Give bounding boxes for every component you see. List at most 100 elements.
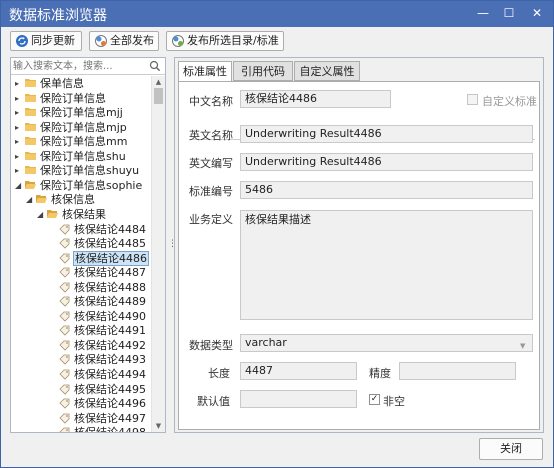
tree-node-label: 核保结论4494 [74, 368, 146, 381]
tree-node-label: 核保结论4485 [74, 237, 146, 251]
tree-standard-node[interactable]: 核保结论4485 [48, 236, 151, 251]
publish-selected-label: 发布所选目录/标准 [187, 34, 279, 47]
refresh-icon [16, 35, 28, 47]
tree-standard-node[interactable]: 核保结论4486 [48, 250, 151, 266]
collapsed-arrow-icon[interactable]: ▸ [15, 91, 23, 106]
maximize-button[interactable]: ☐ [498, 3, 520, 23]
close-button[interactable]: 关闭 [479, 438, 543, 460]
en-abbr-label: 英文编写 [189, 157, 233, 170]
tree-node-label: 核保结论4496 [74, 397, 146, 411]
tag-icon [59, 325, 70, 336]
tree-node-label: 核保结论4491 [74, 324, 146, 338]
tree-standard-node[interactable]: 核保结论4488 [48, 280, 151, 295]
data-type-label: 数据类型 [189, 339, 233, 352]
tag-icon [59, 398, 70, 409]
en-name-field[interactable]: Underwriting Result4486 [240, 125, 533, 143]
length-label: 长度 [208, 367, 230, 380]
tree-standard-node[interactable]: 核保结论4487 [48, 265, 151, 280]
tag-icon [59, 340, 70, 351]
tree-node-label: 核保信息 [51, 193, 95, 207]
tree-node-label: 保单信息 [40, 77, 84, 90]
tree-folder-node[interactable]: ▸ 保险订单信息mm [15, 134, 151, 149]
tree-standard-node[interactable]: 核保结论4498 [48, 425, 151, 432]
pane-splitter[interactable]: ⋮ [168, 239, 177, 251]
tag-icon [59, 238, 70, 249]
tree-node-label: 核保结论4493 [74, 353, 146, 367]
tree-node-label: 保险订单信息sophie [40, 178, 143, 192]
minimize-button[interactable]: — [472, 3, 494, 23]
tree-folder-node[interactable]: ▸ 保险订单信息mjj [15, 105, 151, 120]
tab-custom-attributes[interactable]: 自定义属性 [294, 61, 360, 81]
tree-scrollbar[interactable]: ▲ ▼ [151, 76, 165, 432]
tree-node-label: 核保结论4487 [74, 266, 146, 280]
tree-folder-node[interactable]: ▸ 保险订单信息 [15, 91, 151, 106]
sync-button[interactable]: 同步更新 [10, 31, 82, 51]
default-field[interactable] [240, 390, 357, 408]
tag-icon [59, 355, 70, 366]
tree-node-label: 核保结论4492 [74, 338, 146, 352]
scroll-down-icon[interactable]: ▼ [152, 420, 165, 432]
collapsed-arrow-icon[interactable]: ▸ [15, 120, 23, 135]
tree-node-label: 保险订单信息shu [40, 149, 126, 163]
title-bar[interactable]: 数据标准浏览器 — ☐ ✕ [1, 1, 553, 27]
folder-open-icon [47, 209, 58, 218]
expanded-arrow-icon[interactable]: ◢ [15, 178, 23, 193]
tree-node-label: 保险订单信息mm [40, 135, 128, 149]
tree-standard-node[interactable]: 核保结论4491 [48, 323, 151, 338]
publish-all-button[interactable]: 全部发布 [89, 31, 159, 51]
tree-folder-node[interactable]: ▸ 保单信息 [15, 76, 151, 91]
tree-standard-node[interactable]: 核保结论4496 [48, 396, 151, 411]
tab-content: 中文名称 核保结论4486 自定义标准 英文名称 Underwriting Re… [178, 81, 540, 430]
precision-field[interactable] [399, 362, 516, 380]
precision-label: 精度 [369, 367, 391, 380]
tree-folder-node[interactable]: ▸ 保险订单信息mjp [15, 120, 151, 135]
publish-all-label: 全部发布 [110, 34, 154, 47]
collapsed-arrow-icon[interactable]: ▸ [15, 163, 23, 178]
en-abbr-field[interactable]: Underwriting Result4486 [240, 153, 533, 171]
tree-standard-node[interactable]: 核保结论4489 [48, 294, 151, 309]
footer-bar: 关闭 [1, 433, 553, 467]
tree-standard-node[interactable]: 核保结论4490 [48, 309, 151, 324]
tab-reference-code[interactable]: 引用代码 [233, 61, 293, 81]
tree-folder-node[interactable]: ◢ 核保结果 [37, 207, 151, 222]
length-field[interactable]: 4487 [240, 362, 357, 380]
chevron-down-icon[interactable]: ▼ [520, 338, 530, 350]
tree-folder-node[interactable]: ◢ 核保信息 [26, 192, 151, 207]
expanded-arrow-icon[interactable]: ◢ [37, 207, 45, 222]
tree-standard-node[interactable]: 核保结论4484 [48, 222, 151, 237]
scroll-up-icon[interactable]: ▲ [152, 76, 165, 88]
not-null-checkbox[interactable]: ✓ [369, 394, 380, 405]
std-no-field[interactable]: 5486 [240, 181, 533, 199]
search-icon[interactable] [149, 60, 161, 72]
folder-icon [25, 166, 36, 175]
tab-standard-attributes[interactable]: 标准属性 [178, 61, 232, 82]
collapsed-arrow-icon[interactable]: ▸ [15, 105, 23, 120]
tree-folder-node[interactable]: ◢ 保险订单信息sophie [15, 178, 151, 193]
biz-def-field[interactable]: 核保结果描述 [240, 210, 533, 320]
tree-node-label: 核保结果 [62, 207, 106, 221]
collapsed-arrow-icon[interactable]: ▸ [15, 134, 23, 149]
tag-icon [59, 282, 70, 293]
tree-standard-node[interactable]: 核保结论4497 [48, 411, 151, 426]
tag-icon [59, 253, 70, 264]
data-type-select[interactable]: varchar ▼ [240, 334, 533, 352]
close-window-button[interactable]: ✕ [526, 3, 548, 23]
tree-folder-node[interactable]: ▸ 保险订单信息shuyu [15, 163, 151, 178]
cn-name-field[interactable]: 核保结论4486 [240, 90, 391, 108]
scroll-thumb[interactable] [154, 88, 163, 104]
custom-standard-checkbox[interactable] [467, 94, 478, 105]
expanded-arrow-icon[interactable]: ◢ [26, 192, 34, 207]
publish-icon [95, 35, 107, 47]
tree-folder-node[interactable]: ▸ 保险订单信息shu [15, 149, 151, 164]
search-input[interactable] [13, 59, 147, 73]
tree-standard-node[interactable]: 核保结论4492 [48, 338, 151, 353]
publish-selected-button[interactable]: 发布所选目录/标准 [166, 31, 284, 51]
collapsed-arrow-icon[interactable]: ▸ [15, 76, 23, 91]
data-type-value: varchar [245, 336, 287, 349]
tree-standard-node[interactable]: 核保结论4494 [48, 367, 151, 382]
tree-node-label: 保险订单信息mjp [40, 120, 127, 134]
collapsed-arrow-icon[interactable]: ▸ [15, 149, 23, 164]
tree-standard-node[interactable]: 核保结论4493 [48, 352, 151, 367]
tree-standard-node[interactable]: 核保结论4495 [48, 382, 151, 397]
folder-open-icon [25, 180, 36, 189]
